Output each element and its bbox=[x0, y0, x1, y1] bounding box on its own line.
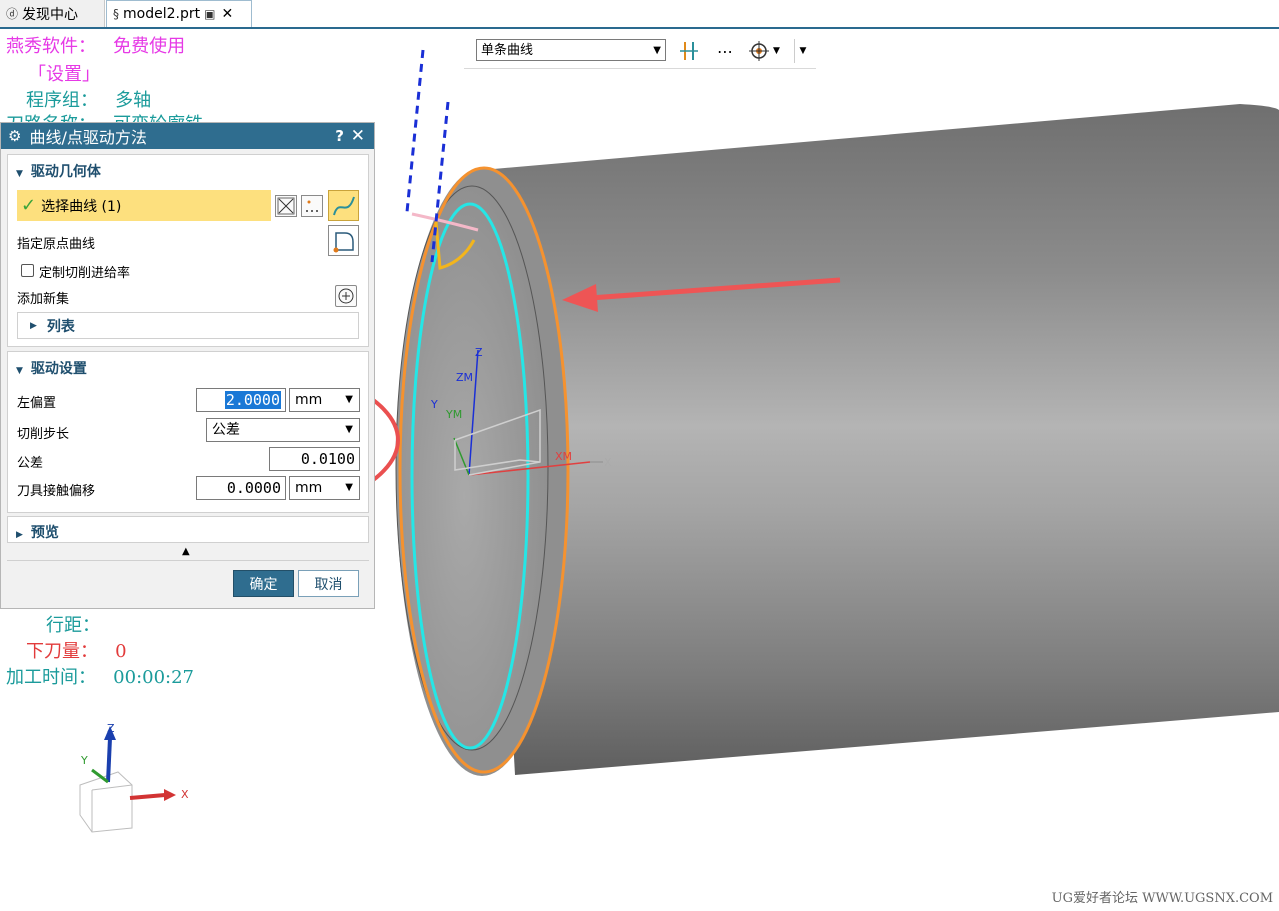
triad-label-z: Z bbox=[107, 722, 115, 735]
add-new-set-label: 添加新集 bbox=[17, 292, 70, 307]
point-selection-icon[interactable] bbox=[301, 195, 323, 217]
contact-offset-label: 刀具接触偏移 bbox=[17, 484, 96, 499]
info-program-group: 程序组： 多轴 bbox=[26, 90, 152, 111]
left-offset-input[interactable]: 2.0000 bbox=[196, 388, 286, 412]
left-offset-unit-dropdown[interactable]: mm ▼ bbox=[289, 388, 360, 412]
triad-label-x: X bbox=[181, 788, 189, 801]
tab-discovery-center[interactable]: ⓓ 发现中心 bbox=[0, 0, 105, 27]
chevron-down-icon: ▼ bbox=[345, 394, 353, 405]
button-divider bbox=[7, 560, 369, 561]
info-stepover: 行距： bbox=[46, 615, 100, 636]
tab-label: 发现中心 bbox=[22, 6, 79, 23]
info-settings: 「设置」 bbox=[28, 64, 100, 85]
curve-rule-dropdown[interactable]: 单条曲线 ▼ bbox=[476, 39, 666, 61]
csys-label-x: X bbox=[604, 456, 612, 469]
custom-feed-checkbox[interactable] bbox=[21, 264, 34, 277]
drive-geometry-group: ▼ 驱动几何体 ✓ 选择曲线 (1) 指定原点曲线 定制切削进给率 添加新集 ▶ 列… bbox=[7, 154, 369, 347]
triad-label-y: Y bbox=[80, 754, 88, 767]
preview-header[interactable]: ▶ 预览 bbox=[16, 522, 59, 542]
cut-step-label: 切削步长 bbox=[17, 427, 70, 442]
spline-icon bbox=[332, 196, 355, 215]
specify-origin-curve-button[interactable] bbox=[328, 225, 359, 256]
custom-feed-label: 定制切削进给率 bbox=[39, 266, 131, 281]
drive-geometry-header[interactable]: ▼ 驱动几何体 bbox=[16, 161, 101, 181]
list-subgroup[interactable]: ▶ 列表 bbox=[17, 312, 359, 339]
gear-icon: ⚙ bbox=[8, 127, 22, 145]
forum-watermark: UG爱好者论坛 WWW.UGSNX.COM bbox=[1051, 891, 1273, 906]
csys-label-ym: YM bbox=[445, 408, 462, 421]
collapse-triangle-icon: ▼ bbox=[16, 169, 23, 179]
more-options-icon[interactable]: ⋯ bbox=[714, 39, 736, 63]
tolerance-input[interactable]: 0.0100 bbox=[269, 447, 360, 471]
ok-button[interactable]: 确定 bbox=[233, 570, 294, 597]
tab-menu-icon[interactable]: ▣ bbox=[204, 7, 215, 21]
checkmark-icon: ✓ bbox=[21, 195, 37, 216]
cancel-button[interactable]: 取消 bbox=[298, 570, 359, 597]
contact-offset-input[interactable]: 0.0000 bbox=[196, 476, 286, 500]
curve-rule-value: 单条曲线 bbox=[481, 43, 534, 58]
close-button[interactable]: ✕ bbox=[351, 126, 365, 146]
document-tab-bar: ⓓ 发现中心 § model2.prt ▣ ✕ bbox=[0, 0, 1279, 29]
dialog-title-bar: ⚙ 曲线/点驱动方法 ? ✕ bbox=[1, 123, 374, 149]
preview-group[interactable]: ▶ 预览 bbox=[7, 516, 369, 543]
csys-label-z: Z bbox=[475, 346, 483, 359]
add-new-set-button[interactable] bbox=[335, 285, 357, 307]
tab-label: model2.prt bbox=[123, 6, 201, 22]
drive-settings-header[interactable]: ▼ 驱动设置 bbox=[16, 358, 87, 378]
select-curve-label: 选择曲线 (1) bbox=[41, 198, 122, 215]
curve-point-drive-dialog: ⚙ 曲线/点驱动方法 ? ✕ ▼ 驱动几何体 ✓ 选择曲线 (1) 指定原点曲线 … bbox=[0, 122, 375, 609]
select-curve-row[interactable]: ✓ 选择曲线 (1) bbox=[17, 190, 271, 221]
csys-label-y: Y bbox=[430, 398, 438, 411]
cylinder-body bbox=[482, 104, 1279, 775]
view-triad bbox=[79, 726, 176, 833]
selection-toolbar: 单条曲线 ▼ ⋯ ▼ ▼ bbox=[464, 36, 816, 69]
info-software: 燕秀软件： 免费使用 bbox=[6, 36, 186, 57]
snap-point-icon[interactable]: ▼ bbox=[744, 39, 784, 63]
chevron-down-icon: ▼ bbox=[653, 45, 661, 56]
tool-axis-vector bbox=[405, 49, 425, 213]
tolerance-label: 公差 bbox=[17, 456, 44, 471]
info-depth: 下刀量： 0 bbox=[26, 641, 127, 662]
chevron-down-icon: ▼ bbox=[345, 424, 353, 435]
origin-curve-icon bbox=[333, 231, 354, 252]
curve-selection-mode-icon[interactable] bbox=[275, 195, 297, 217]
expand-triangle-icon: ▶ bbox=[30, 320, 37, 331]
csys-label-xm: XM bbox=[555, 450, 572, 463]
toolbar-overflow-icon[interactable]: ▼ bbox=[794, 39, 811, 63]
part-file-icon: § bbox=[113, 7, 119, 21]
left-offset-label: 左偏置 bbox=[17, 396, 57, 411]
collapse-dialog-icon[interactable]: ▲ bbox=[182, 546, 190, 557]
drive-settings-group: ▼ 驱动设置 左偏置 2.0000 mm ▼ 切削步长 公差 ▼ 公差 0.0100 … bbox=[7, 351, 369, 513]
dialog-title: 曲线/点驱动方法 bbox=[29, 128, 147, 147]
tab-model2[interactable]: § model2.prt ▣ ✕ bbox=[106, 0, 252, 27]
csys-label-zm: ZM bbox=[456, 371, 473, 384]
info-machining-time: 加工时间： 00:00:27 bbox=[6, 667, 195, 688]
chevron-down-icon: ▼ bbox=[345, 482, 353, 493]
help-button[interactable]: ? bbox=[335, 127, 344, 145]
stop-at-intersection-icon[interactable] bbox=[676, 39, 702, 63]
curve-type-button[interactable] bbox=[328, 190, 359, 221]
origin-curve-label: 指定原点曲线 bbox=[17, 237, 96, 252]
contact-offset-unit-dropdown[interactable]: mm ▼ bbox=[289, 476, 360, 500]
collapse-triangle-icon: ▼ bbox=[16, 366, 23, 376]
cut-step-dropdown[interactable]: 公差 ▼ bbox=[206, 418, 360, 442]
plus-circle-icon bbox=[338, 288, 354, 304]
expand-triangle-icon: ▶ bbox=[16, 530, 23, 540]
discovery-icon: ⓓ bbox=[6, 7, 19, 21]
info-toolpath-name: 刀路名称： 可变轮廓铣 bbox=[6, 110, 203, 122]
close-tab-icon[interactable]: ✕ bbox=[221, 6, 233, 22]
